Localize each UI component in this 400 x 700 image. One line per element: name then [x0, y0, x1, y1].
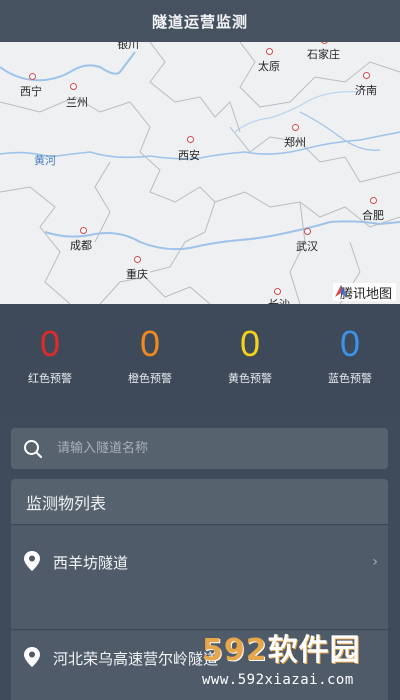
alert-count: 0 [139, 323, 161, 364]
app-title-bar: 隧道运营监测 [0, 0, 400, 42]
city-marker-icon [363, 72, 370, 79]
alert-label: 黄色预警 [228, 372, 272, 385]
alert-red[interactable]: 0 红色预警 [10, 322, 90, 386]
alert-label: 蓝色预警 [328, 372, 372, 385]
map-provider-logo[interactable]: 腾讯地图 [332, 283, 396, 302]
alert-count: 0 [239, 323, 261, 364]
search-input[interactable] [57, 441, 357, 456]
city-marker-icon [266, 48, 273, 55]
alert-blue[interactable]: 0 蓝色预警 [310, 322, 390, 386]
city-marker-icon [70, 83, 77, 90]
chevron-right-icon: › [372, 554, 378, 570]
city-marker-icon [274, 288, 281, 295]
map-city-label[interactable]: 兰州 [66, 83, 88, 110]
alert-count: 0 [39, 323, 61, 364]
map-city-label[interactable]: 西宁 [20, 73, 42, 99]
location-pin-icon [24, 647, 40, 667]
map-city-label[interactable]: 济南 [355, 72, 377, 98]
city-marker-icon [80, 227, 87, 234]
alert-count: 0 [339, 323, 361, 364]
search-icon [24, 439, 42, 458]
map-city-label[interactable]: 石家庄 [307, 42, 340, 62]
watermark-logo: 592软件园 [202, 633, 361, 668]
alert-label: 橙色预警 [128, 372, 172, 385]
map-city-label[interactable]: 西安 [178, 136, 200, 163]
map-city-label[interactable]: 长沙 [268, 288, 290, 304]
map-city-label[interactable]: 太原 [258, 48, 280, 74]
city-marker-icon [134, 256, 141, 263]
list-item-name: 西羊坊隧道 [53, 554, 129, 572]
watermark: 592软件园 www.592xiazai.com [202, 634, 394, 696]
list-item[interactable]: 西羊坊隧道 › [11, 526, 388, 630]
city-marker-icon [321, 42, 328, 44]
alert-orange[interactable]: 0 橙色预警 [110, 322, 190, 386]
map-city-label[interactable]: 重庆 [126, 256, 148, 282]
alert-label: 红色预警 [28, 372, 72, 385]
alert-summary-panel: 0 红色预警 0 橙色预警 0 黄色预警 0 蓝色预警 [0, 304, 400, 416]
map-city-label[interactable]: 合肥 [362, 197, 384, 223]
location-pin-icon [24, 551, 40, 571]
map-city-label[interactable]: 银川 [117, 42, 139, 52]
search-bar[interactable] [11, 428, 388, 469]
river-label: 黄河 [34, 154, 56, 167]
city-marker-icon [370, 197, 377, 204]
list-item-name: 河北荣乌高速营尔岭隧道 [53, 650, 219, 668]
alert-yellow[interactable]: 0 黄色预警 [210, 322, 290, 386]
map-boundaries [0, 42, 400, 304]
city-marker-icon [292, 124, 299, 131]
tencent-map-icon [334, 285, 347, 297]
city-marker-icon [187, 136, 194, 143]
city-marker-icon [29, 73, 36, 80]
map-city-label[interactable]: 成都 [70, 227, 92, 253]
map-view[interactable]: 银川 太原 石家庄 西宁 兰州 济南 郑州 西安 合肥 成都 武汉 重庆 黄河 … [0, 42, 400, 304]
page-title: 隧道运营监测 [151, 12, 248, 31]
city-marker-icon [304, 228, 311, 235]
map-city-label[interactable]: 郑州 [284, 124, 306, 150]
watermark-url: www.592xiazai.com [202, 672, 354, 688]
map-city-label[interactable]: 武汉 [296, 228, 318, 254]
list-title: 监测物列表 [11, 479, 388, 525]
